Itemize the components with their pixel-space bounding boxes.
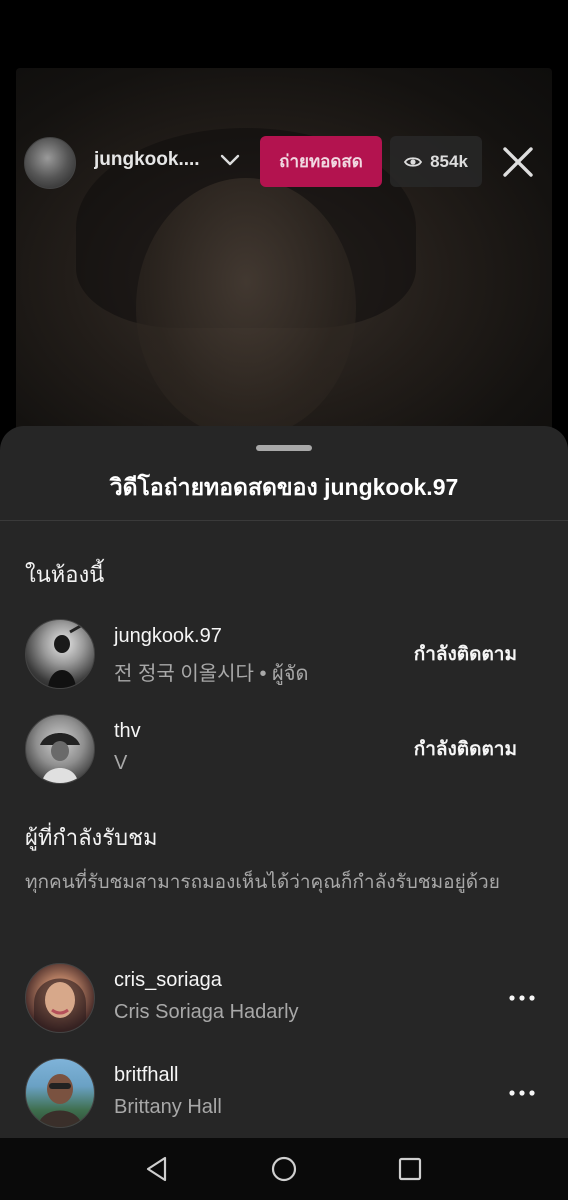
avatar-photo: [38, 1074, 82, 1127]
more-icon[interactable]: [507, 983, 537, 1013]
avatar-photo: [48, 622, 85, 688]
list-item[interactable]: thv V กำลังติดตาม: [25, 714, 545, 784]
list-item[interactable]: britfhall Brittany Hall: [25, 1058, 545, 1128]
divider: [0, 520, 568, 521]
avatar[interactable]: [25, 714, 95, 784]
close-icon[interactable]: [500, 144, 536, 180]
avatar[interactable]: [25, 963, 95, 1033]
host-username[interactable]: jungkook....: [94, 149, 212, 171]
user-subtitle: V: [114, 752, 128, 774]
recents-icon[interactable]: [396, 1155, 424, 1183]
viewers-sheet: วิดีโอถ่ายทอดสดของ jungkook.97 ในห้องนี้…: [0, 426, 568, 1138]
list-item[interactable]: jungkook.97 전 정국 이올시다 • ผู้จัด กำลังติดต…: [25, 619, 545, 689]
avatar-photo: [40, 733, 80, 783]
sheet-drag-handle[interactable]: [256, 445, 312, 451]
host-avatar[interactable]: [24, 137, 76, 189]
live-badge-label: ถ่ายทอดสด: [279, 152, 363, 171]
system-nav-bar: [0, 1138, 568, 1200]
live-badge: ถ่ายทอดสด: [260, 136, 382, 187]
avatar[interactable]: [25, 1058, 95, 1128]
avatar-photo: [34, 978, 86, 1032]
list-item[interactable]: cris_soriaga Cris Soriaga Hadarly: [25, 963, 545, 1033]
username[interactable]: cris_soriaga: [114, 969, 222, 992]
username[interactable]: britfhall: [114, 1064, 178, 1087]
eye-icon: [404, 156, 423, 167]
viewer-count-badge[interactable]: 854k: [390, 136, 482, 187]
home-icon[interactable]: [270, 1155, 298, 1183]
following-button[interactable]: กำลังติดตาม: [414, 734, 517, 764]
live-header: jungkook.... ถ่ายทอดสด 854k: [24, 136, 544, 189]
live-video[interactable]: [16, 68, 552, 448]
back-icon[interactable]: [143, 1155, 171, 1183]
video-subject: [136, 178, 356, 438]
sheet-title: วิดีโอถ่ายทอดสดของ jungkook.97: [109, 474, 459, 500]
in-room-heading: ในห้องนี้: [25, 562, 105, 587]
user-subtitle: Cris Soriaga Hadarly: [114, 1001, 299, 1023]
username[interactable]: jungkook.97: [114, 625, 222, 648]
user-subtitle: 전 정국 이올시다 • ผู้จัด: [114, 663, 309, 685]
more-icon[interactable]: [507, 1078, 537, 1108]
username[interactable]: thv: [114, 720, 141, 743]
following-button[interactable]: กำลังติดตาม: [414, 639, 517, 669]
user-subtitle: Brittany Hall: [114, 1096, 222, 1118]
chevron-down-icon[interactable]: [216, 146, 244, 174]
viewer-count: 854k: [430, 151, 468, 171]
viewers-description: ทุกคนที่รับชมสามารถมองเห็นได้ว่าคุณก็กำล…: [25, 872, 500, 893]
avatar[interactable]: [25, 619, 95, 689]
viewers-heading: ผู้ที่กำลังรับชม: [25, 825, 158, 850]
